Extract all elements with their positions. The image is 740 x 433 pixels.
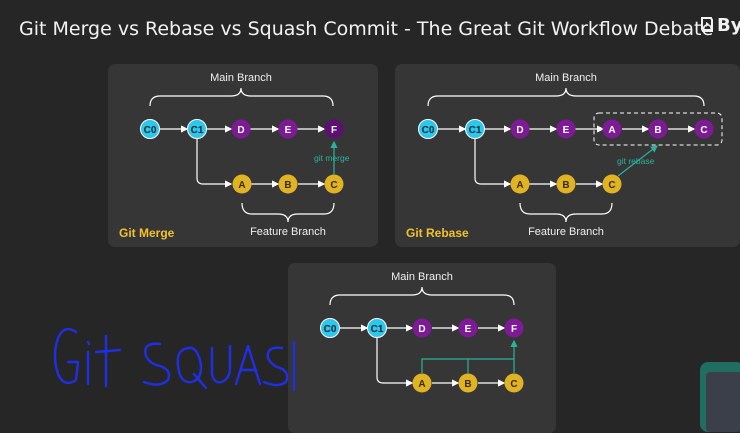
main-brace <box>149 87 334 107</box>
commit-b-rebased: B <box>648 119 668 139</box>
svg-text:A: A <box>238 180 245 191</box>
commit-c0: C0 <box>320 318 340 338</box>
page-title: Git Merge vs Rebase vs Squash Commit - T… <box>19 18 714 40</box>
svg-text:E: E <box>285 125 292 136</box>
svg-text:C: C <box>330 180 337 191</box>
svg-text:A: A <box>608 125 615 136</box>
commit-b: B <box>556 174 576 194</box>
merge-operation-label: git merge <box>314 153 350 163</box>
commit-c: C <box>504 373 524 393</box>
svg-text:C: C <box>700 125 707 136</box>
svg-text:C: C <box>608 180 615 191</box>
svg-text:B: B <box>284 180 291 191</box>
feature-brace <box>519 202 613 223</box>
commit-d: D <box>412 318 432 338</box>
rebase-operation-label: git rebase <box>617 156 655 166</box>
commit-b: B <box>278 174 298 194</box>
commit-c0: C0 <box>140 119 160 139</box>
svg-text:B: B <box>464 379 471 390</box>
rebase-diagram: git rebase C0 C1 D E A B C A B C <box>418 87 723 223</box>
svg-text:C1: C1 <box>469 125 482 136</box>
squash-arrows <box>421 339 518 373</box>
svg-text:C0: C0 <box>422 125 435 136</box>
svg-text:B: B <box>562 180 569 191</box>
commit-c: C <box>602 174 622 194</box>
svg-text:C1: C1 <box>191 125 204 136</box>
logo-icon <box>701 17 713 32</box>
commit-e: E <box>458 318 478 338</box>
svg-text:C0: C0 <box>324 324 337 335</box>
squash-panel: Main Branch C0 C1 D E F A B C <box>288 263 556 433</box>
svg-text:A: A <box>418 379 425 390</box>
webcam-overlay <box>700 362 740 432</box>
commit-d: D <box>510 119 530 139</box>
commit-f: F <box>324 119 344 139</box>
svg-text:D: D <box>516 125 523 136</box>
svg-text:D: D <box>418 324 425 335</box>
merge-diagram: git merge C0 C1 D E F A B C <box>140 87 350 223</box>
svg-text:C: C <box>510 379 517 390</box>
commit-e: E <box>556 119 576 139</box>
feature-brace <box>241 202 335 223</box>
commit-a-rebased: A <box>602 119 622 139</box>
svg-text:B: B <box>654 125 661 136</box>
svg-text:E: E <box>563 125 570 136</box>
svg-text:E: E <box>465 324 472 335</box>
commit-a: A <box>510 174 530 194</box>
commit-a: A <box>412 373 432 393</box>
logo-text: By <box>717 14 740 36</box>
commit-c1: C1 <box>187 119 207 139</box>
commit-b: B <box>458 373 478 393</box>
commit-a: A <box>232 174 252 194</box>
merge-panel: Main Branch Feature Branch Git Merge git… <box>108 64 378 247</box>
svg-text:D: D <box>237 125 244 136</box>
rebase-panel: Main Branch Feature Branch Git Rebase gi… <box>395 64 740 247</box>
svg-text:F: F <box>511 324 517 335</box>
commit-f: F <box>504 318 524 338</box>
commit-c-rebased: C <box>694 119 714 139</box>
commit-c1: C1 <box>465 119 485 139</box>
svg-text:F: F <box>331 125 337 136</box>
commit-d: D <box>231 119 251 139</box>
squash-diagram: C0 C1 D E F A B C <box>320 286 524 393</box>
commit-e: E <box>278 119 298 139</box>
svg-text:C0: C0 <box>144 125 157 136</box>
main-brace <box>329 286 515 306</box>
svg-text:A: A <box>516 180 523 191</box>
handwritten-git-squash <box>53 327 295 392</box>
commit-c: C <box>324 174 344 194</box>
svg-text:C1: C1 <box>371 324 384 335</box>
main-brace <box>427 87 705 107</box>
brand-logo: By <box>700 14 740 36</box>
commit-c1: C1 <box>367 318 387 338</box>
commit-c0: C0 <box>418 119 438 139</box>
